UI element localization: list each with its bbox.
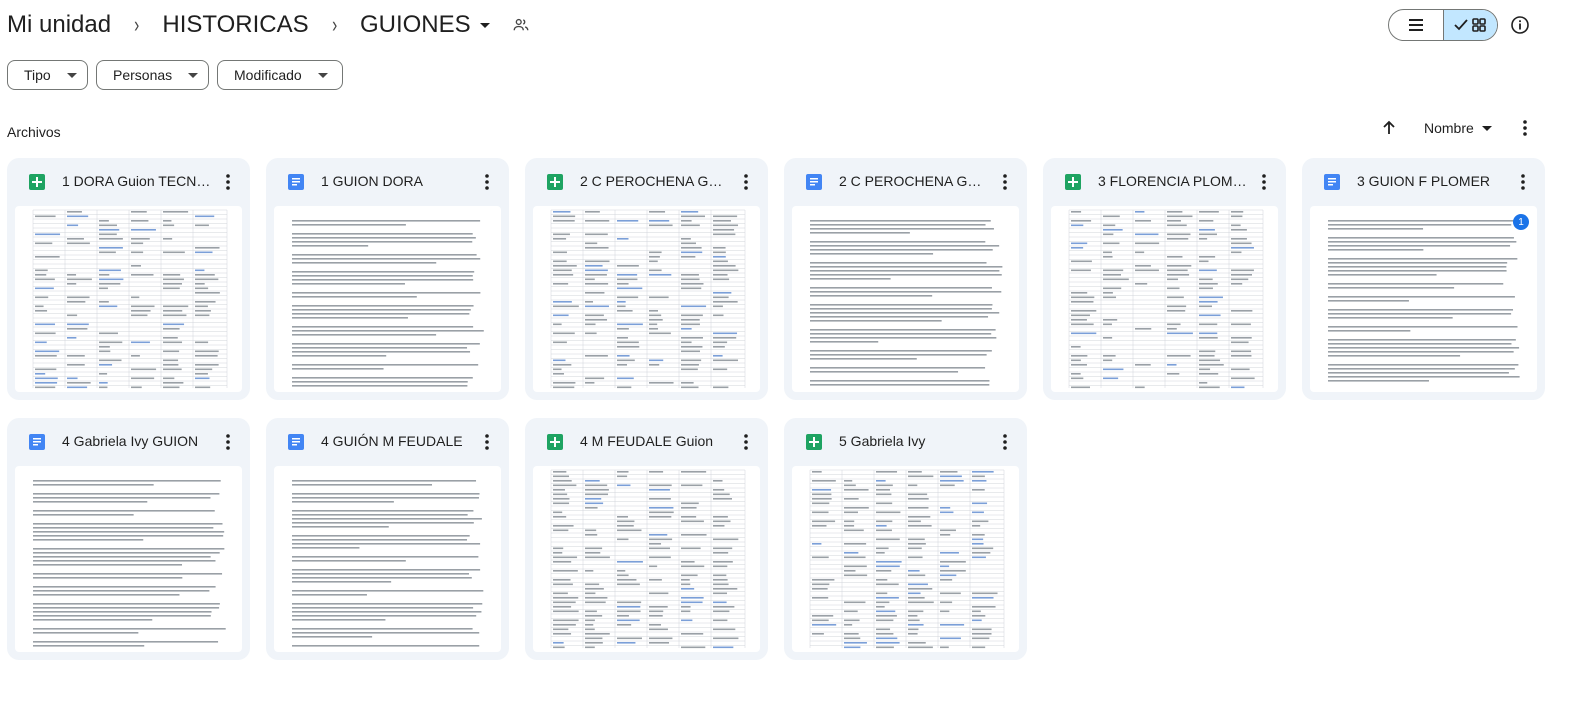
view-toggle bbox=[1388, 9, 1498, 41]
sheets-icon bbox=[29, 174, 45, 190]
file-more-button[interactable] bbox=[737, 432, 755, 452]
chevron-down-icon bbox=[66, 72, 77, 78]
more-vert-icon bbox=[226, 434, 230, 450]
file-card[interactable]: 2 C PEROCHENA Guion bbox=[784, 158, 1027, 400]
chevron-down-icon bbox=[479, 23, 490, 29]
filter-people-label: Personas bbox=[113, 67, 173, 83]
filter-type-label: Tipo bbox=[24, 67, 51, 83]
file-title: 2 C PEROCHENA Guion bbox=[839, 173, 989, 189]
file-thumbnail[interactable] bbox=[792, 206, 1019, 392]
list-view-button[interactable] bbox=[1389, 10, 1443, 40]
file-thumbnail[interactable] bbox=[274, 466, 501, 652]
more-vert-icon bbox=[1521, 174, 1525, 190]
file-thumbnail[interactable] bbox=[15, 206, 242, 392]
file-title: 1 DORA Guion TECNICO bbox=[62, 173, 212, 189]
file-card[interactable]: 5 Gabriela Ivy bbox=[784, 418, 1027, 660]
list-icon bbox=[1408, 19, 1423, 31]
file-thumbnail[interactable] bbox=[792, 466, 1019, 652]
file-card[interactable]: 1 DORA Guion TECNICO bbox=[7, 158, 250, 400]
chevron-down-icon bbox=[188, 72, 199, 78]
breadcrumb-historicas[interactable]: HISTORICAS bbox=[162, 11, 308, 39]
file-title: 4 Gabriela Ivy GUION bbox=[62, 433, 199, 449]
file-more-button[interactable] bbox=[1514, 172, 1532, 192]
more-vert-icon bbox=[485, 174, 489, 190]
sort-by-label: Nombre bbox=[1424, 120, 1474, 136]
docs-icon bbox=[288, 174, 304, 190]
file-thumbnail[interactable] bbox=[274, 206, 501, 392]
sheets-icon bbox=[806, 434, 822, 450]
docs-icon bbox=[288, 434, 304, 450]
more-vert-icon bbox=[1523, 120, 1527, 136]
file-title: 3 GUION F PLOMER bbox=[1357, 173, 1491, 189]
shared-folder-icon[interactable] bbox=[512, 16, 530, 34]
info-icon bbox=[1511, 16, 1529, 34]
grid-icon bbox=[1472, 18, 1487, 32]
file-card[interactable]: 3 FLORENCIA PLOMER Guion bbox=[1043, 158, 1286, 400]
more-vert-icon bbox=[1262, 174, 1266, 190]
file-more-button[interactable] bbox=[996, 172, 1014, 192]
file-more-button[interactable] bbox=[1255, 172, 1273, 192]
sheets-icon bbox=[547, 174, 563, 190]
breadcrumb-current-folder[interactable]: GUIONES bbox=[360, 11, 490, 39]
file-more-button[interactable] bbox=[996, 432, 1014, 452]
sort-by-button[interactable]: Nombre bbox=[1424, 120, 1492, 136]
sort-direction-button[interactable] bbox=[1380, 119, 1398, 137]
file-more-button[interactable] bbox=[737, 172, 755, 192]
more-vert-icon bbox=[226, 174, 230, 190]
chevron-down-icon bbox=[317, 72, 328, 78]
file-more-button[interactable] bbox=[478, 432, 496, 452]
breadcrumb: Mi unidad › HISTORICAS › GUIONES bbox=[7, 8, 530, 42]
file-title: 4 GUIÓN M FEUDALE bbox=[321, 433, 463, 449]
file-card[interactable]: 1 GUION DORA bbox=[266, 158, 509, 400]
file-card[interactable]: 4 M FEUDALE Guion bbox=[525, 418, 768, 660]
sheets-icon bbox=[1065, 174, 1081, 190]
comment-count-badge[interactable]: 1 bbox=[1513, 214, 1529, 230]
breadcrumb-separator: › bbox=[134, 12, 140, 37]
file-card[interactable]: 4 Gabriela Ivy GUION bbox=[7, 418, 250, 660]
docs-icon bbox=[806, 174, 822, 190]
chevron-down-icon bbox=[1481, 125, 1492, 131]
more-vert-icon bbox=[744, 174, 748, 190]
info-button[interactable] bbox=[1508, 13, 1532, 37]
file-card[interactable]: 2 C PEROCHENA Guion TECNICO bbox=[525, 158, 768, 400]
file-title: 4 M FEUDALE Guion bbox=[580, 433, 714, 449]
filter-type-chip[interactable]: Tipo bbox=[7, 60, 88, 90]
arrow-up-icon bbox=[1383, 120, 1395, 134]
grid-view-button[interactable] bbox=[1442, 10, 1497, 40]
more-vert-icon bbox=[1003, 174, 1007, 190]
more-options-button[interactable] bbox=[1516, 118, 1534, 138]
file-card[interactable]: 3 GUION F PLOMER 1 bbox=[1302, 158, 1545, 400]
file-title: 3 FLORENCIA PLOMER Guion bbox=[1098, 173, 1248, 189]
filter-bar: Tipo Personas Modificado bbox=[7, 60, 343, 90]
filter-modified-label: Modificado bbox=[234, 67, 302, 83]
file-card[interactable]: 4 GUIÓN M FEUDALE bbox=[266, 418, 509, 660]
file-thumbnail[interactable] bbox=[533, 206, 760, 392]
sheets-icon bbox=[547, 434, 563, 450]
current-folder-label: GUIONES bbox=[359, 11, 471, 38]
filter-modified-chip[interactable]: Modificado bbox=[217, 60, 343, 90]
filter-people-chip[interactable]: Personas bbox=[96, 60, 209, 90]
file-thumbnail[interactable] bbox=[533, 466, 760, 652]
breadcrumb-root[interactable]: Mi unidad bbox=[7, 11, 111, 39]
file-thumbnail[interactable] bbox=[15, 466, 242, 652]
breadcrumb-separator: › bbox=[331, 12, 337, 37]
docs-icon bbox=[1324, 174, 1340, 190]
check-icon bbox=[1454, 19, 1468, 31]
file-more-button[interactable] bbox=[478, 172, 496, 192]
docs-icon bbox=[29, 434, 45, 450]
file-thumbnail[interactable] bbox=[1051, 206, 1278, 392]
section-title: Archivos bbox=[7, 124, 61, 140]
file-more-button[interactable] bbox=[219, 432, 237, 452]
file-title: 2 C PEROCHENA Guion TECNICO bbox=[580, 173, 730, 189]
file-thumbnail[interactable]: 1 bbox=[1310, 206, 1537, 392]
file-title: 5 Gabriela Ivy bbox=[839, 433, 926, 449]
more-vert-icon bbox=[1003, 434, 1007, 450]
more-vert-icon bbox=[485, 434, 489, 450]
more-vert-icon bbox=[744, 434, 748, 450]
file-title: 1 GUION DORA bbox=[321, 173, 423, 189]
file-more-button[interactable] bbox=[219, 172, 237, 192]
